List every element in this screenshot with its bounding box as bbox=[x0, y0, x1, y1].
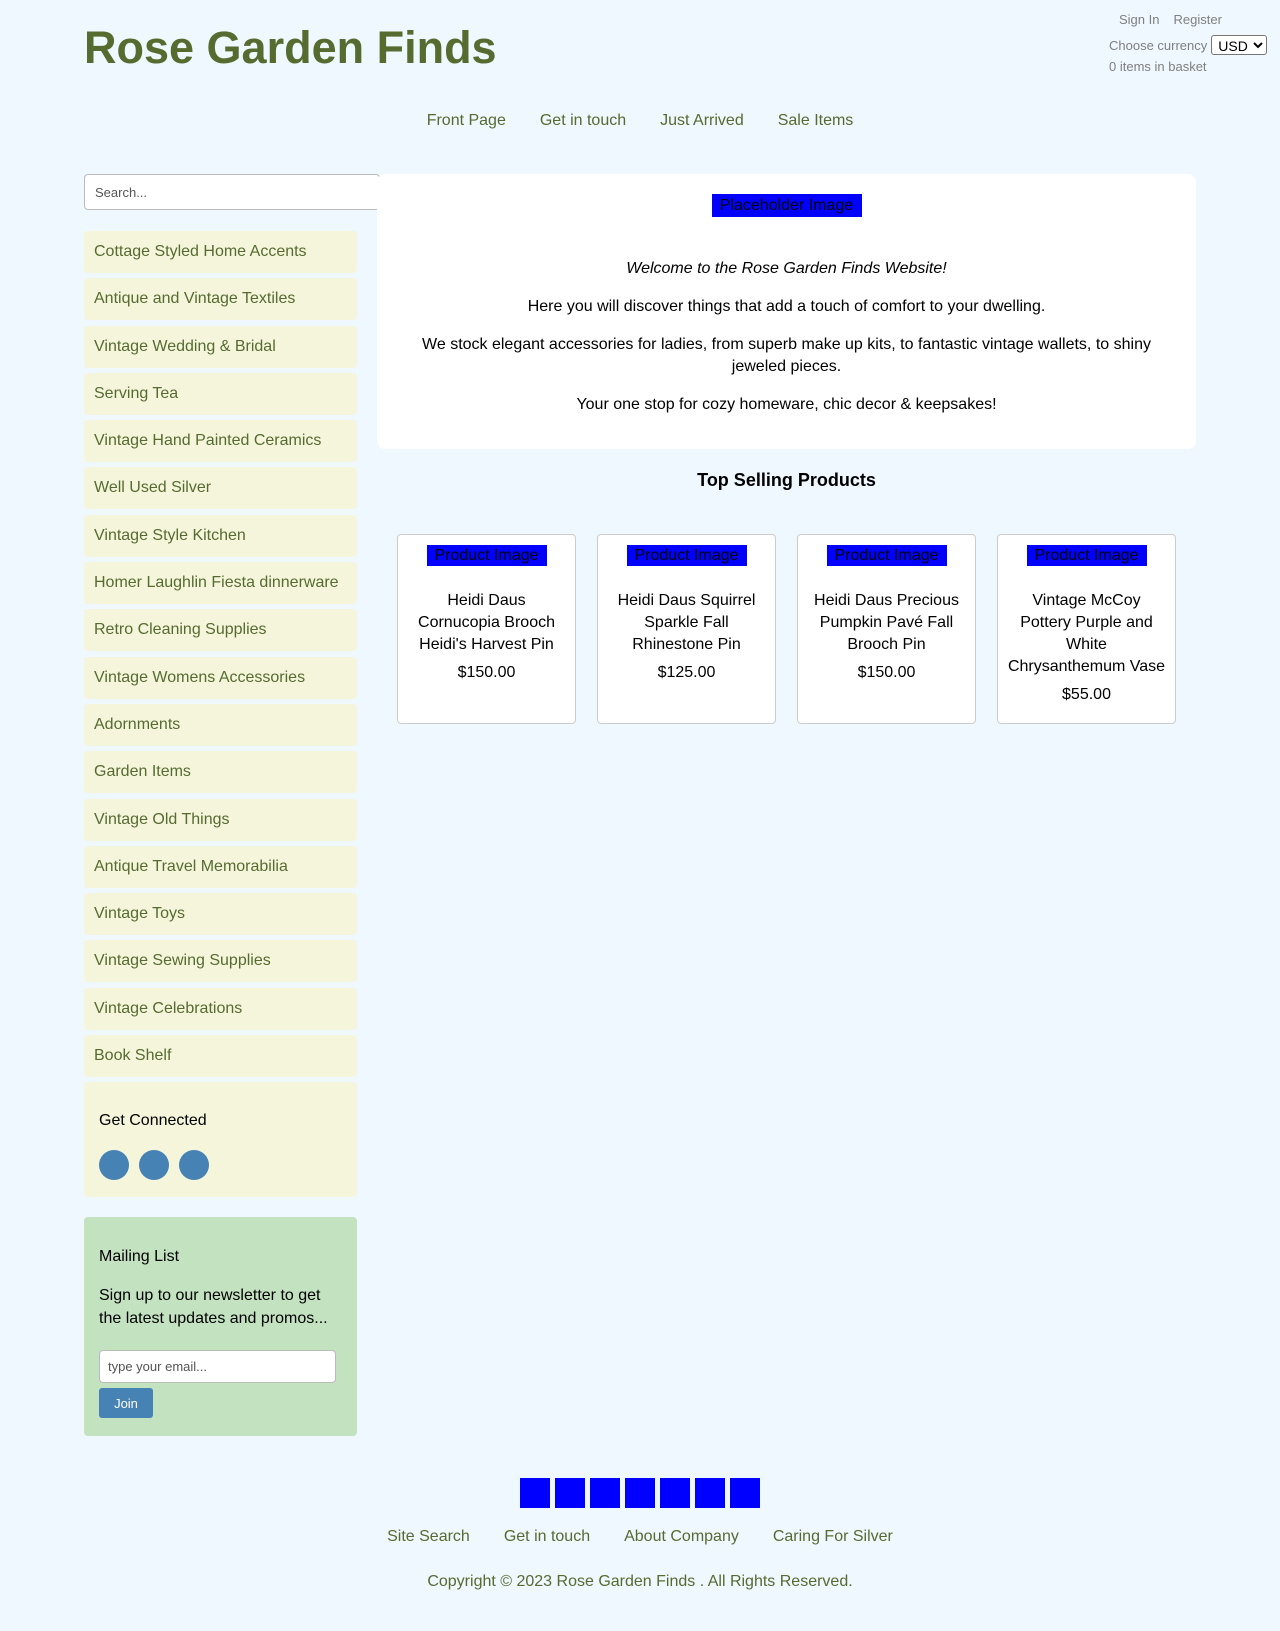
footer-link-about-company[interactable]: About Company bbox=[624, 1528, 739, 1546]
nav-front-page[interactable]: Front Page bbox=[427, 112, 506, 130]
sign-in-link[interactable]: Sign In bbox=[1119, 12, 1159, 27]
footer-link-get-in-touch[interactable]: Get in touch bbox=[504, 1528, 590, 1546]
product-grid: Product Image Heidi Daus Cornucopia Broo… bbox=[397, 534, 1176, 724]
currency-label: Choose currency bbox=[1109, 37, 1208, 53]
product-name[interactable]: Heidi Daus Cornucopia Brooch Heidi's Har… bbox=[398, 590, 575, 656]
category-item[interactable]: Vintage Womens Accessories bbox=[84, 656, 357, 699]
category-item[interactable]: Cottage Styled Home Accents bbox=[84, 231, 357, 273]
category-item[interactable]: Well Used Silver bbox=[84, 467, 357, 510]
welcome-line: Your one stop for cozy homeware, chic de… bbox=[576, 396, 997, 413]
currency-row: Choose currency USD bbox=[1109, 34, 1274, 56]
welcome-heading: Welcome to the Rose Garden Finds Website… bbox=[626, 260, 947, 277]
welcome-card: Placeholder Image Welcome to the Rose Ga… bbox=[377, 174, 1196, 449]
category-item[interactable]: Serving Tea bbox=[84, 372, 357, 415]
category-item[interactable]: Antique Travel Memorabilia bbox=[84, 845, 357, 888]
category-item[interactable]: Homer Laughlin Fiesta dinnerware bbox=[84, 562, 357, 605]
site-title[interactable]: Rose Garden Finds bbox=[84, 22, 497, 74]
payment-icon bbox=[590, 1478, 620, 1508]
copyright: Copyright © 2023 Rose Garden Finds . All… bbox=[427, 1573, 853, 1590]
product-image[interactable]: Product Image bbox=[1026, 545, 1147, 566]
payment-icon bbox=[520, 1478, 550, 1508]
payment-icon bbox=[730, 1478, 760, 1508]
payment-icons bbox=[520, 1478, 760, 1508]
product-card[interactable]: Product Image Heidi Daus Squirrel Sparkl… bbox=[597, 534, 776, 724]
product-card[interactable]: Product Image Heidi Daus Cornucopia Broo… bbox=[397, 534, 576, 724]
category-item[interactable]: Adornments bbox=[84, 703, 357, 746]
currency-select[interactable]: USD bbox=[1211, 35, 1268, 55]
main-nav: Front Page Get in touch Just Arrived Sal… bbox=[0, 112, 1280, 130]
top-selling-title: Top Selling Products bbox=[697, 470, 876, 490]
product-card[interactable]: Product Image Vintage McCoy Pottery Purp… bbox=[997, 534, 1176, 724]
footer-nav: Site Search Get in touch About Company C… bbox=[0, 1528, 1280, 1546]
register-link[interactable]: Register bbox=[1173, 12, 1221, 27]
product-price: $55.00 bbox=[1062, 686, 1111, 703]
product-image[interactable]: Product Image bbox=[826, 545, 947, 566]
category-item[interactable]: Book Shelf bbox=[84, 1035, 357, 1078]
category-item[interactable]: Vintage Sewing Supplies bbox=[84, 940, 357, 983]
mailing-list-text: Sign up to our newsletter to get the lat… bbox=[99, 1287, 328, 1328]
welcome-text: Welcome to the Rose Garden Finds Website… bbox=[377, 258, 1196, 416]
mailing-list-box: Mailing List Sign up to our newsletter t… bbox=[84, 1217, 357, 1437]
product-name[interactable]: Heidi Daus Squirrel Sparkle Fall Rhinest… bbox=[598, 590, 775, 656]
get-connected-title: Get Connected bbox=[99, 1112, 207, 1130]
nav-just-arrived[interactable]: Just Arrived bbox=[660, 112, 744, 130]
social-icon[interactable] bbox=[139, 1150, 169, 1181]
footer-link-caring-for-silver[interactable]: Caring For Silver bbox=[773, 1528, 893, 1546]
social-icons bbox=[99, 1150, 342, 1181]
category-item[interactable]: Garden Items bbox=[84, 751, 357, 794]
product-name[interactable]: Vintage McCoy Pottery Purple and White C… bbox=[998, 590, 1175, 678]
join-button[interactable]: Join bbox=[99, 1388, 153, 1419]
payment-icon bbox=[695, 1478, 725, 1508]
category-item[interactable]: Retro Cleaning Supplies bbox=[84, 609, 357, 652]
welcome-line: We stock elegant accessories for ladies,… bbox=[422, 336, 1151, 375]
mailing-list-title: Mailing List bbox=[99, 1248, 180, 1266]
product-name[interactable]: Heidi Daus Precious Pumpkin Pavé Fall Br… bbox=[798, 590, 975, 656]
payment-icon bbox=[625, 1478, 655, 1508]
product-price: $150.00 bbox=[857, 664, 916, 681]
category-item[interactable]: Antique and Vintage Textiles bbox=[84, 278, 357, 321]
product-price: $125.00 bbox=[657, 664, 716, 681]
basket-count[interactable]: 0 items in basket bbox=[1109, 59, 1274, 74]
category-item[interactable]: Vintage Wedding & Bridal bbox=[84, 325, 357, 368]
get-connected-box: Get Connected bbox=[84, 1082, 357, 1198]
product-price: $150.00 bbox=[457, 664, 516, 681]
nav-get-in-touch[interactable]: Get in touch bbox=[540, 112, 626, 130]
account-box: Sign In Register Choose currency USD 0 i… bbox=[1109, 10, 1274, 74]
product-image[interactable]: Product Image bbox=[626, 545, 747, 566]
placeholder-image: Placeholder Image bbox=[711, 194, 862, 217]
payment-icon bbox=[660, 1478, 690, 1508]
product-card[interactable]: Product Image Heidi Daus Precious Pumpki… bbox=[797, 534, 976, 724]
footer-link-site-search[interactable]: Site Search bbox=[387, 1528, 470, 1546]
payment-icon bbox=[555, 1478, 585, 1508]
account-links: Sign In Register bbox=[1109, 10, 1274, 28]
category-item[interactable]: Vintage Old Things bbox=[84, 798, 357, 841]
social-icon[interactable] bbox=[179, 1150, 209, 1181]
email-field[interactable] bbox=[99, 1350, 336, 1384]
search-input[interactable] bbox=[84, 174, 380, 210]
sidebar: Cottage Styled Home Accents Antique and … bbox=[84, 231, 357, 1437]
category-item[interactable]: Vintage Hand Painted Ceramics bbox=[84, 420, 357, 463]
category-item[interactable]: Vintage Style Kitchen bbox=[84, 514, 357, 557]
category-item[interactable]: Vintage Toys bbox=[84, 893, 357, 936]
welcome-line: Here you will discover things that add a… bbox=[527, 298, 1046, 315]
social-icon[interactable] bbox=[99, 1150, 129, 1181]
nav-sale-items[interactable]: Sale Items bbox=[778, 112, 854, 130]
category-item[interactable]: Vintage Celebrations bbox=[84, 987, 357, 1030]
product-image[interactable]: Product Image bbox=[426, 545, 547, 566]
